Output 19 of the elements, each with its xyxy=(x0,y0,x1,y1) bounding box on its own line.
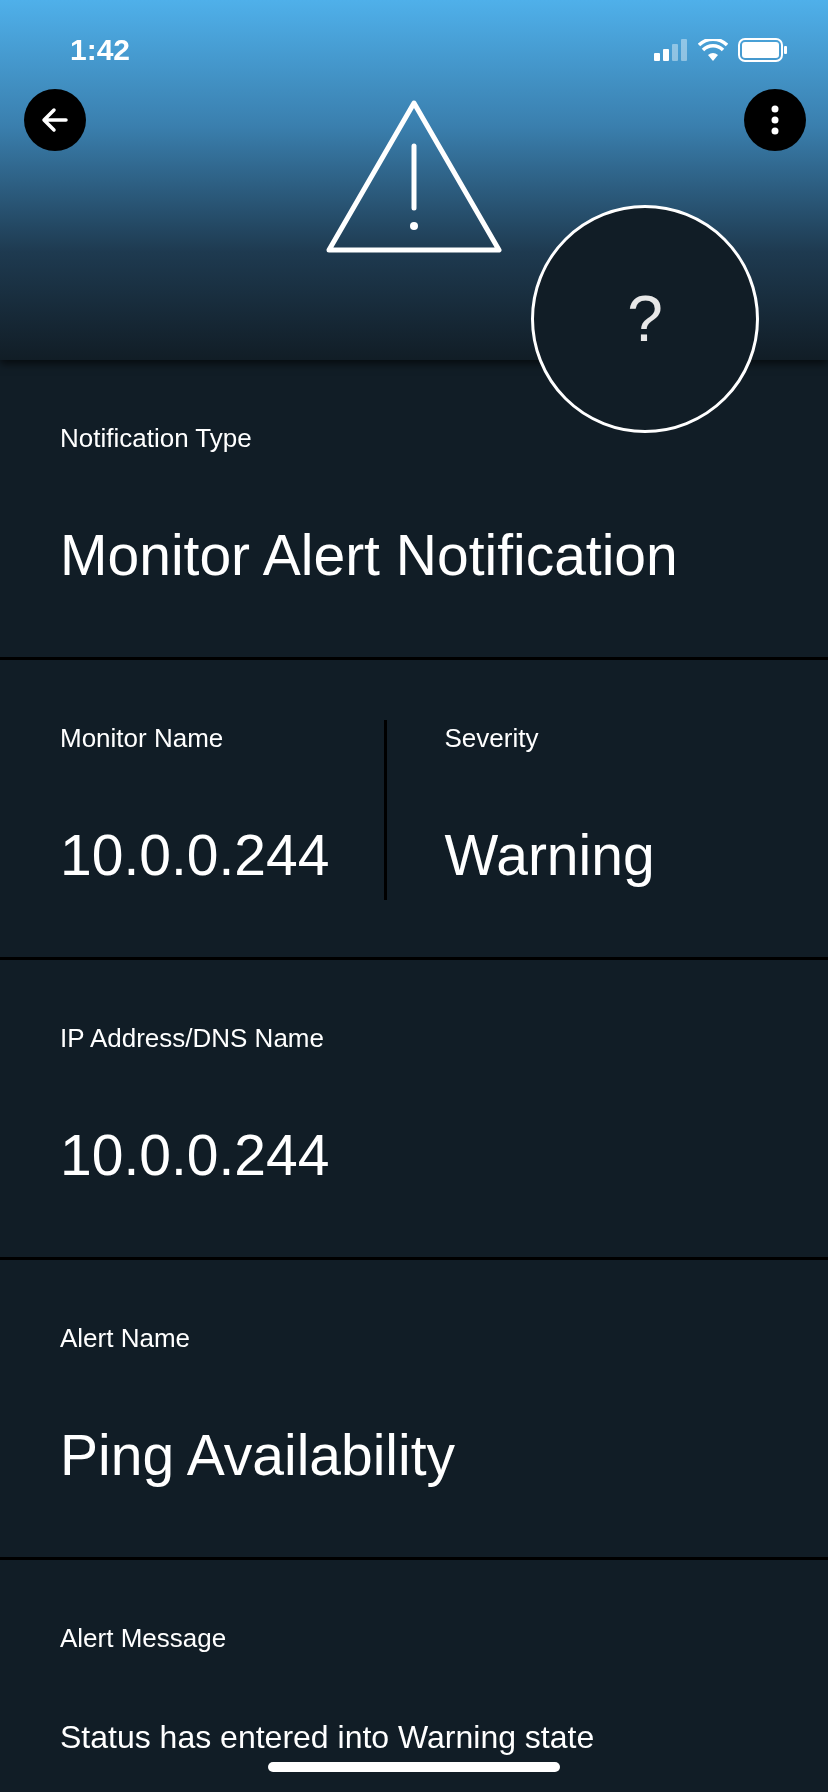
status-time: 1:42 xyxy=(70,33,131,67)
battery-icon xyxy=(738,38,788,62)
more-vertical-icon xyxy=(771,105,779,135)
field-value: Ping Availability xyxy=(60,1424,457,1487)
field-value: Status has entered into Warning state xyxy=(60,1720,596,1756)
field-label: IP Address/DNS Name xyxy=(60,1022,325,1055)
wifi-icon xyxy=(698,39,728,61)
field-value: Warning xyxy=(444,824,656,887)
field-label: Notification Type xyxy=(60,422,253,455)
field-label: Severity xyxy=(444,722,540,755)
field-label: Alert Message xyxy=(60,1622,228,1655)
badge-symbol: ? xyxy=(627,282,663,356)
field-value: Monitor Alert Notification xyxy=(60,524,679,587)
arrow-left-icon xyxy=(40,105,70,135)
field-label: Monitor Name xyxy=(60,722,225,755)
field-value: 10.0.0.244 xyxy=(60,1124,331,1187)
field-value: 10.0.0.244 xyxy=(60,824,331,887)
signal-icon xyxy=(654,39,688,61)
field-label: Alert Name xyxy=(60,1322,192,1355)
